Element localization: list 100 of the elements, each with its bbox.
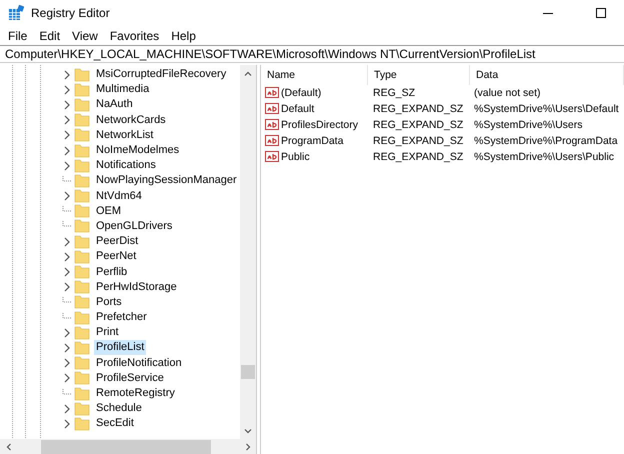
tree-item[interactable]: ProfileList: [94, 340, 146, 356]
menu-item[interactable]: Favorites: [104, 28, 166, 42]
value-name[interactable]: Default: [281, 103, 314, 115]
tree-item[interactable]: PerHwIdStorage: [94, 280, 179, 295]
tree-item[interactable]: OEM: [94, 204, 124, 219]
string-value-icon: [265, 87, 279, 99]
value-type: REG_SZ: [372, 87, 416, 99]
folder-icon: [74, 234, 90, 249]
tree-item[interactable]: Notifications: [94, 158, 158, 174]
window-title: Registry Editor: [31, 6, 110, 20]
folder-icon: [74, 128, 90, 142]
expand-chevron-icon[interactable]: [62, 160, 72, 171]
expand-chevron-icon[interactable]: [62, 328, 72, 338]
string-value-icon: [265, 135, 279, 147]
menu-item[interactable]: Edit: [33, 28, 66, 42]
folder-icon: [74, 310, 90, 325]
tree-item[interactable]: NowPlayingSessionManager: [94, 173, 239, 188]
menu-item[interactable]: Help: [165, 28, 202, 42]
folder-icon: [74, 68, 90, 82]
menu-item[interactable]: File: [2, 28, 34, 42]
folder-icon: [74, 189, 90, 204]
maximize-icon[interactable]: [596, 8, 606, 18]
registry-editor-icon: [8, 5, 24, 21]
column-header[interactable]: Type: [368, 65, 470, 85]
expand-chevron-icon[interactable]: [62, 146, 72, 156]
folder-icon: [74, 113, 90, 128]
tree-item[interactable]: PeerDist: [94, 234, 140, 250]
tree-item[interactable]: SecEdit: [94, 416, 136, 432]
value-name[interactable]: ProfilesDirectory: [281, 119, 358, 131]
tree-item[interactable]: OpenGLDrivers: [94, 218, 174, 234]
value-type: REG_EXPAND_SZ: [372, 103, 464, 115]
expand-chevron-icon[interactable]: [62, 84, 72, 95]
value-name[interactable]: ProgramData: [281, 135, 344, 147]
folder-icon: [74, 326, 90, 340]
value-data: (value not set): [473, 87, 542, 99]
address-bar[interactable]: Computer\HKEY_LOCAL_MACHINE\SOFTWARE\Microsoft\Windows NT\CurrentVersion\ProfileList: [0, 45, 624, 63]
expand-chevron-icon[interactable]: [62, 252, 72, 262]
scrollbar-thumb[interactable]: [41, 440, 211, 454]
expand-chevron-icon[interactable]: [62, 282, 72, 292]
value-type: REG_EXPAND_SZ: [372, 135, 464, 147]
value-type: REG_EXPAND_SZ: [372, 119, 464, 131]
expand-chevron-icon[interactable]: [62, 342, 72, 353]
folder-icon: [74, 219, 90, 234]
expand-chevron-icon[interactable]: [62, 70, 72, 80]
folder-icon: [74, 386, 90, 401]
column-header[interactable]: Data: [470, 65, 624, 85]
folder-icon: [74, 416, 90, 431]
scrollbar-thumb[interactable]: [241, 365, 255, 379]
value-data: %SystemDrive%\Users: [473, 119, 584, 131]
expand-chevron-icon[interactable]: [62, 236, 72, 247]
value-name[interactable]: Public: [281, 151, 310, 163]
tree-item[interactable]: ProfileService: [94, 370, 166, 386]
tree-item[interactable]: Multimedia: [94, 82, 152, 98]
tree-item[interactable]: RemoteRegistry: [94, 386, 177, 402]
folder-icon: [74, 371, 90, 386]
folder-icon: [74, 204, 90, 218]
string-value-icon: [265, 151, 279, 163]
value-data: %SystemDrive%\Users\Public: [473, 151, 616, 163]
expand-chevron-icon[interactable]: [62, 100, 72, 110]
tree-item[interactable]: NoImeModelmes: [94, 143, 182, 158]
tree-item[interactable]: MsiCorruptedFileRecovery: [94, 67, 228, 82]
expand-chevron-icon[interactable]: [62, 418, 72, 429]
expand-chevron-icon[interactable]: [62, 267, 72, 278]
expand-chevron-icon[interactable]: [62, 115, 72, 126]
value-data: %SystemDrive%\ProgramData: [473, 135, 619, 147]
folder-icon: [74, 340, 90, 355]
folder-icon: [74, 356, 90, 370]
value-type: REG_EXPAND_SZ: [372, 151, 464, 163]
folder-icon: [74, 144, 90, 158]
tree-item[interactable]: NtVdm64: [94, 188, 144, 204]
value-data: %SystemDrive%\Users\Default: [473, 103, 620, 115]
tree-item[interactable]: PeerNet: [94, 249, 138, 264]
menu-item[interactable]: View: [66, 28, 104, 42]
string-value-icon: [265, 119, 279, 131]
expand-chevron-icon[interactable]: [62, 373, 72, 384]
tree-item[interactable]: NaAuth: [94, 97, 135, 112]
tree-item[interactable]: Print: [94, 325, 121, 340]
folder-icon: [74, 158, 90, 173]
column-header[interactable]: Name: [261, 65, 368, 85]
folder-icon: [74, 174, 90, 188]
tree-item[interactable]: Perflib: [94, 264, 130, 280]
folder-icon: [74, 265, 90, 280]
folder-icon: [74, 250, 90, 264]
tree-item[interactable]: ProfileNotification: [94, 356, 184, 371]
folder-icon: [74, 402, 90, 416]
expand-chevron-icon[interactable]: [62, 404, 72, 414]
tree-item[interactable]: Schedule: [94, 401, 144, 416]
tree-item[interactable]: NetworkList: [94, 128, 156, 143]
tree-item[interactable]: Ports: [94, 294, 124, 310]
expand-chevron-icon[interactable]: [62, 358, 72, 368]
folder-icon: [74, 280, 90, 294]
folder-icon: [74, 82, 90, 97]
value-name[interactable]: (Default): [281, 87, 322, 99]
expand-chevron-icon[interactable]: [62, 130, 72, 140]
folder-icon: [74, 295, 90, 310]
expand-chevron-icon[interactable]: [62, 191, 72, 202]
string-value-icon: [265, 103, 279, 115]
folder-icon: [74, 98, 90, 112]
tree-item[interactable]: NetworkCards: [94, 112, 168, 128]
tree-item[interactable]: Prefetcher: [94, 310, 149, 326]
